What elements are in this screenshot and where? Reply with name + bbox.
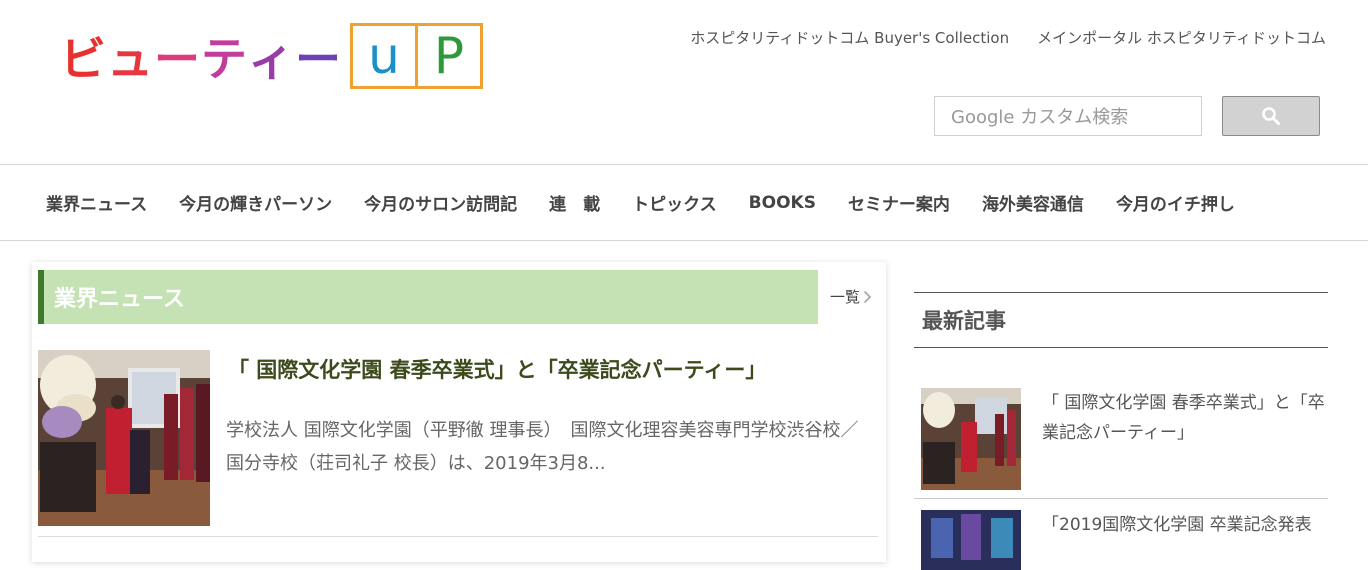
article-excerpt: 学校法人 国際文化学園（平野徹 理事長） 国際文化理容美容専門学校渋谷校／国分寺… <box>226 420 859 474</box>
search-button[interactable] <box>1222 96 1320 136</box>
article-thumbnail[interactable] <box>38 350 210 526</box>
logo-box-letter: P <box>415 26 480 86</box>
article-title[interactable]: 「 国際文化学園 春季卒業式」と「卒業記念パーティー」 <box>228 354 766 384</box>
logo-char: ビ <box>60 32 107 86</box>
nav-overseas-beauty[interactable]: 海外美容通信 <box>982 190 1084 215</box>
sidebar-thumbnail <box>921 388 1021 490</box>
chevron-right-icon <box>863 290 872 303</box>
search-icon <box>1262 107 1280 125</box>
buyers-collection-link[interactable]: ホスピタリティドットコム Buyer's Collection <box>690 27 1009 48</box>
nav-monthly-pick[interactable]: 今月のイチ押し <box>1116 190 1235 215</box>
logo-box-letter: u <box>368 27 400 85</box>
nav-seminar[interactable]: セミナー案内 <box>848 190 950 215</box>
nav-topics[interactable]: トピックス <box>632 190 717 215</box>
search-input[interactable]: Google カスタム検索 <box>934 96 1202 136</box>
sidebar-item[interactable]: 「2019国際文化学園 卒業記念発表 <box>914 510 1328 570</box>
logo-char: ュ <box>107 32 154 86</box>
more-label: 一覧 <box>829 288 860 306</box>
divider <box>38 536 878 537</box>
nav-industry-news[interactable]: 業界ニュース <box>46 190 147 215</box>
main-portal-link[interactable]: メインポータル ホスピタリティドットコム <box>1037 27 1326 48</box>
nav-series[interactable]: 連 載 <box>549 190 600 215</box>
main-nav: 業界ニュース 今月の輝きパーソン 今月のサロン訪問記 連 載 トピックス BOO… <box>0 164 1368 241</box>
site-logo[interactable]: ビューティー uP <box>60 20 483 92</box>
news-section-title: 業界ニュース <box>54 287 185 312</box>
logo-char: ー <box>154 32 201 86</box>
logo-char: ー <box>295 32 342 86</box>
sidebar-header: 最新記事 <box>914 292 1328 348</box>
news-more-link[interactable]: 一覧 <box>830 286 872 307</box>
logo-up-box: uP <box>350 23 483 89</box>
news-section-header: 業界ニュース <box>38 270 818 324</box>
site-search: Google カスタム検索 <box>934 96 1320 136</box>
sidebar-title: 最新記事 <box>922 309 1006 333</box>
latest-articles-sidebar: 最新記事 「 国際文化学園 春季卒業式」と「卒業記念パーティー」 「2019国際… <box>914 292 1328 570</box>
nav-shining-person[interactable]: 今月の輝きパーソン <box>179 190 332 215</box>
top-links: ホスピタリティドットコム Buyer's Collection メインポータル … <box>690 27 1326 48</box>
sidebar-item-title[interactable]: 「2019国際文化学園 卒業記念発表 <box>1042 510 1328 540</box>
logo-char: ィ <box>248 32 295 86</box>
search-placeholder: Google カスタム検索 <box>951 107 1129 128</box>
sidebar-thumbnail <box>921 510 1021 570</box>
news-card: 業界ニュース 一覧 「 国際文化学園 春季卒業式」と「卒業記念パーティー」 学校… <box>32 262 886 562</box>
sidebar-item-title[interactable]: 「 国際文化学園 春季卒業式」と「卒業記念パーティー」 <box>1042 388 1328 448</box>
nav-salon-visit[interactable]: 今月のサロン訪問記 <box>364 190 517 215</box>
logo-char: テ <box>201 32 248 86</box>
logo-wordmark: ビューティー <box>60 23 342 89</box>
sidebar-item[interactable]: 「 国際文化学園 春季卒業式」と「卒業記念パーティー」 <box>914 388 1328 499</box>
nav-books[interactable]: BOOKS <box>749 193 816 213</box>
